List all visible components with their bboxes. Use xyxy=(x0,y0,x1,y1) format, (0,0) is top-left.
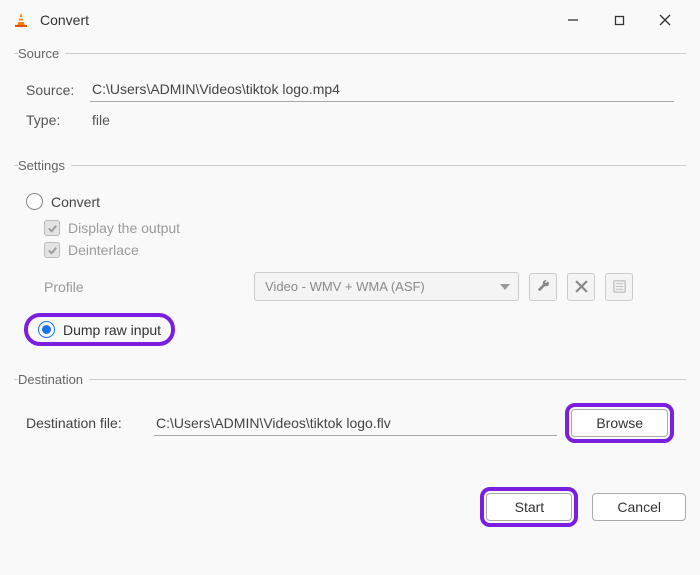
title-bar: Convert xyxy=(0,0,700,40)
display-output-label: Display the output xyxy=(68,220,180,236)
cancel-button[interactable]: Cancel xyxy=(592,493,686,521)
close-button[interactable] xyxy=(642,4,688,36)
dump-raw-highlight: Dump raw input xyxy=(24,313,175,346)
dump-raw-label: Dump raw input xyxy=(63,322,161,338)
start-highlight: Start xyxy=(480,487,578,527)
destination-file-label: Destination file: xyxy=(26,415,146,431)
dump-raw-radio-row[interactable]: Dump raw input xyxy=(38,321,161,338)
checkbox-icon xyxy=(44,220,60,236)
window-controls xyxy=(550,4,688,36)
checkbox-icon xyxy=(44,242,60,258)
destination-legend: Destination xyxy=(18,372,89,387)
type-label: Type: xyxy=(26,112,90,128)
destination-group: Destination Destination file: Browse xyxy=(14,372,686,463)
type-value: file xyxy=(90,108,112,132)
minimize-button[interactable] xyxy=(550,4,596,36)
browse-button[interactable]: Browse xyxy=(571,409,668,437)
maximize-button[interactable] xyxy=(596,4,642,36)
deinterlace-checkbox-row[interactable]: Deinterlace xyxy=(44,242,674,258)
start-button[interactable]: Start xyxy=(486,493,572,521)
profile-row: Profile Video - WMV + WMA (ASF) xyxy=(44,272,674,301)
radio-icon xyxy=(38,321,55,338)
display-output-checkbox-row[interactable]: Display the output xyxy=(44,220,674,236)
dialog-footer: Start Cancel xyxy=(0,479,700,539)
convert-radio-row[interactable]: Convert xyxy=(26,189,674,214)
radio-icon xyxy=(26,193,43,210)
browse-highlight: Browse xyxy=(565,403,674,443)
vlc-cone-icon xyxy=(12,11,30,29)
settings-group: Settings Convert Display the output Dein… xyxy=(14,158,686,366)
edit-profile-button[interactable] xyxy=(529,273,557,301)
source-input[interactable] xyxy=(90,77,674,102)
convert-radio-label: Convert xyxy=(51,194,100,210)
type-row: Type: file xyxy=(26,108,674,132)
deinterlace-label: Deinterlace xyxy=(68,242,139,258)
source-group: Source Source: Type: file xyxy=(14,46,686,152)
settings-legend: Settings xyxy=(18,158,71,173)
wrench-icon xyxy=(536,279,551,294)
delete-profile-button[interactable] xyxy=(567,273,595,301)
dialog-content: Source Source: Type: file Settings Conve… xyxy=(0,40,700,479)
destination-row: Destination file: Browse xyxy=(26,403,674,443)
new-profile-icon xyxy=(612,279,627,294)
profile-value: Video - WMV + WMA (ASF) xyxy=(265,279,425,294)
delete-icon xyxy=(575,280,588,293)
profile-label: Profile xyxy=(44,279,244,295)
profile-combobox[interactable]: Video - WMV + WMA (ASF) xyxy=(254,272,519,301)
window-title: Convert xyxy=(40,12,550,28)
dump-raw-wrap: Dump raw input xyxy=(24,313,680,346)
destination-file-input[interactable] xyxy=(154,411,557,436)
source-legend: Source xyxy=(18,46,65,61)
source-row: Source: xyxy=(26,77,674,102)
new-profile-button[interactable] xyxy=(605,273,633,301)
source-label: Source: xyxy=(26,82,90,98)
